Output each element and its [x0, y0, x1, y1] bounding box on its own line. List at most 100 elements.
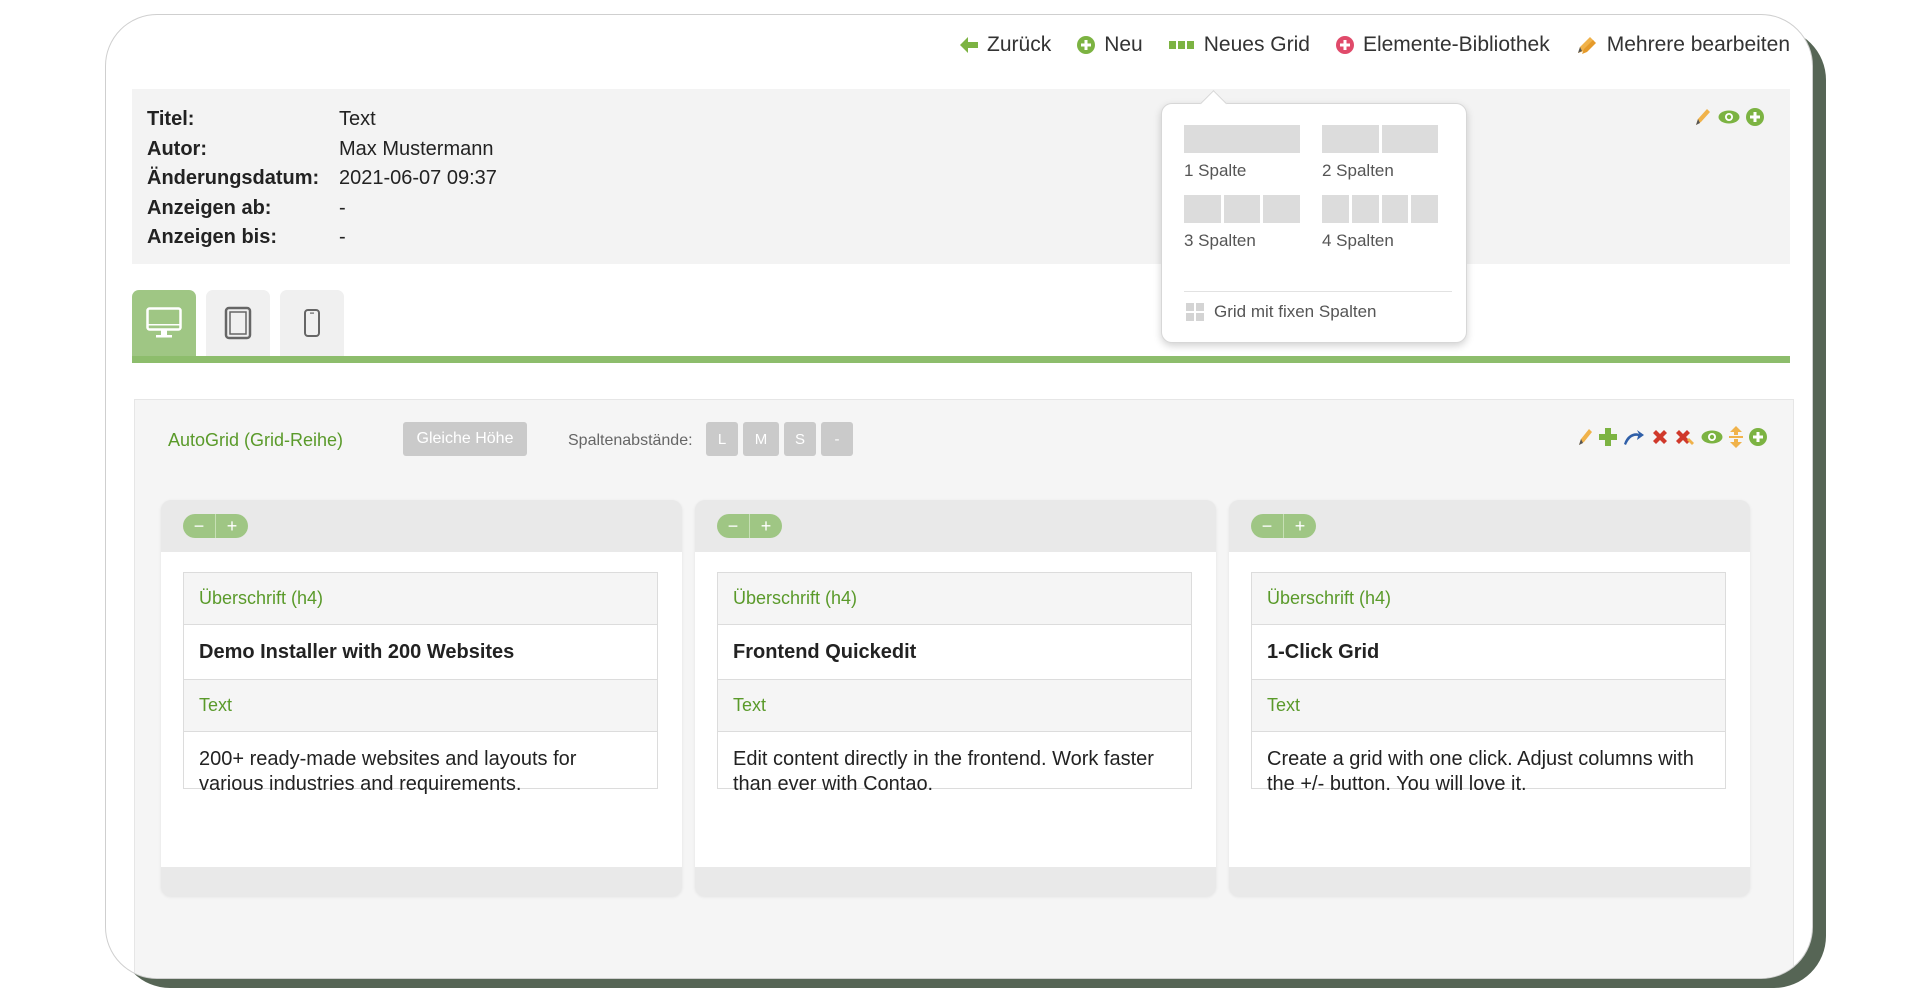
grid-row-header: AutoGrid (Grid-Reihe) Gleiche Höhe Spalt…: [168, 422, 1767, 458]
info-value: -: [339, 226, 346, 249]
add-circle-icon[interactable]: [1749, 428, 1767, 446]
tab-mobile[interactable]: [280, 290, 344, 356]
text-content: 200+ ready-made websites and layouts for…: [199, 748, 577, 795]
phone-icon: [303, 308, 321, 338]
column-body: Überschrift (h4) Frontend Quickedit Text…: [695, 552, 1216, 867]
spacing-none-button[interactable]: -: [821, 422, 853, 456]
spacing-label: Spaltenabstände:: [568, 432, 693, 449]
info-key: Anzeigen bis:: [147, 226, 278, 249]
eye-icon[interactable]: [1701, 430, 1723, 444]
edit-pencil-icon[interactable]: [1577, 427, 1593, 447]
info-key: Titel:: [147, 108, 195, 131]
column-size-controls: − +: [183, 514, 248, 538]
move-icon[interactable]: [1623, 428, 1645, 446]
grid-option-2-columns[interactable]: 2 Spalten: [1322, 125, 1438, 181]
text-element[interactable]: Text Create a grid with one click. Adjus…: [1251, 679, 1726, 795]
text-content: Create a grid with one click. Adjust col…: [1267, 748, 1694, 795]
top-toolbar: Zurück Neu Neues Grid Elemente-Bibliothe…: [960, 33, 1790, 57]
tab-desktop[interactable]: [132, 290, 196, 356]
grid-option-3-columns[interactable]: 3 Spalten: [1184, 195, 1301, 251]
info-row-show-until: Anzeigen bis: -: [147, 223, 497, 253]
edit-pencil-icon[interactable]: [1694, 107, 1712, 127]
column-shrink-button[interactable]: −: [717, 514, 749, 538]
new-grid-button[interactable]: Neues Grid: [1168, 33, 1310, 57]
text-element[interactable]: Text Edit content directly in the fronte…: [717, 679, 1192, 795]
grid-fixed-columns-option[interactable]: Grid mit fixen Spalten: [1186, 302, 1377, 322]
new-button[interactable]: Neu: [1077, 33, 1143, 57]
info-row-author: Autor: Max Mustermann: [147, 135, 497, 165]
grid-preview-2: [1322, 125, 1438, 153]
grid-option-label: 3 Spalten: [1184, 231, 1256, 250]
spacing-m-button[interactable]: M: [743, 422, 779, 456]
column-grow-button[interactable]: +: [1283, 514, 1316, 538]
column-size-controls: − +: [717, 514, 782, 538]
spacing-l-button[interactable]: L: [706, 422, 738, 456]
info-table: Titel: Text Autor: Max Mustermann Änderu…: [147, 105, 497, 253]
library-label: Elemente-Bibliothek: [1362, 33, 1550, 56]
spacing-buttons: L M S -: [706, 422, 853, 456]
back-label: Zurück: [987, 33, 1052, 56]
equal-height-button[interactable]: Gleiche Höhe: [403, 422, 527, 456]
grid-preview-4: [1322, 195, 1438, 223]
grid-row-actions: [1577, 426, 1767, 448]
column-body: Überschrift (h4) Demo Installer with 200…: [161, 552, 682, 867]
column-size-controls: − +: [1251, 514, 1316, 538]
article-info-panel: Titel: Text Autor: Max Mustermann Änderu…: [132, 89, 1790, 264]
resize-vertical-icon[interactable]: [1729, 426, 1743, 448]
grid-option-label: 4 Spalten: [1322, 231, 1394, 250]
info-key: Änderungsdatum:: [147, 167, 320, 190]
heading-element[interactable]: Überschrift (h4) Frontend Quickedit: [717, 572, 1192, 681]
arrow-left-icon: [960, 37, 979, 53]
grid-option-label: 1 Spalte: [1184, 161, 1247, 180]
grid-fixed-label: Grid mit fixen Spalten: [1214, 302, 1377, 321]
info-row-show-from: Anzeigen ab: -: [147, 194, 497, 224]
info-value: -: [339, 196, 346, 219]
add-plus-icon[interactable]: [1599, 428, 1617, 446]
delete-icon[interactable]: [1651, 428, 1669, 446]
pencils-icon: [1576, 35, 1598, 55]
text-element[interactable]: Text 200+ ready-made websites and layout…: [183, 679, 658, 795]
grid-fixed-icon: [1186, 303, 1204, 321]
new-grid-dropdown: 1 Spalte 2 Spalten 3 Spalten 4 Spalten G…: [1161, 90, 1467, 343]
delete-multiple-icon[interactable]: [1675, 428, 1695, 446]
grid-row: AutoGrid (Grid-Reihe) Gleiche Höhe Spalt…: [134, 399, 1794, 978]
grid-column: − + Überschrift (h4) Demo Installer with…: [161, 500, 682, 896]
column-shrink-button[interactable]: −: [1251, 514, 1283, 538]
heading-element[interactable]: Überschrift (h4) Demo Installer with 200…: [183, 572, 658, 681]
heading-element[interactable]: Überschrift (h4) 1-Click Grid: [1251, 572, 1726, 681]
eye-icon[interactable]: [1718, 110, 1740, 124]
grid-column: − + Überschrift (h4) Frontend Quickedit …: [695, 500, 1216, 896]
grid-option-1-column[interactable]: 1 Spalte: [1184, 125, 1300, 181]
library-button[interactable]: Elemente-Bibliothek: [1335, 33, 1550, 57]
heading-content: Demo Installer with 200 Websites: [199, 641, 515, 663]
tablet-icon: [224, 306, 252, 340]
heading-content: Frontend Quickedit: [733, 641, 917, 663]
column-shrink-button[interactable]: −: [183, 514, 215, 538]
element-type-label: Überschrift (h4): [1252, 573, 1725, 625]
grid-row-title: AutoGrid (Grid-Reihe): [168, 430, 344, 450]
edit-multiple-label: Mehrere bearbeiten: [1606, 33, 1790, 56]
element-type-label: Überschrift (h4): [718, 573, 1191, 625]
grid-columns-icon: [1168, 40, 1195, 50]
grid-column: − + Überschrift (h4) 1-Click Grid Text C…: [1229, 500, 1750, 896]
edit-multiple-button[interactable]: Mehrere bearbeiten: [1576, 33, 1790, 57]
tab-underline: [132, 356, 1790, 363]
text-content: Edit content directly in the frontend. W…: [733, 748, 1154, 795]
column-body: Überschrift (h4) 1-Click Grid Text Creat…: [1229, 552, 1750, 867]
column-grow-button[interactable]: +: [749, 514, 782, 538]
grid-option-4-columns[interactable]: 4 Spalten: [1322, 195, 1438, 251]
plus-circle-icon: [1077, 36, 1096, 54]
element-type-label: Text: [1252, 680, 1725, 732]
tab-tablet[interactable]: [206, 290, 270, 356]
back-button[interactable]: Zurück: [960, 33, 1051, 57]
info-actions: [1694, 107, 1764, 127]
info-value: 2021-06-07 09:37: [339, 167, 497, 190]
column-grow-button[interactable]: +: [215, 514, 248, 538]
app-window: Zurück Neu Neues Grid Elemente-Bibliothe…: [105, 14, 1813, 979]
add-circle-icon[interactable]: [1746, 108, 1764, 126]
info-value: Max Mustermann: [339, 137, 494, 160]
element-type-label: Text: [184, 680, 657, 732]
spacing-s-button[interactable]: S: [784, 422, 816, 456]
info-row-title: Titel: Text: [147, 105, 497, 135]
new-grid-label: Neues Grid: [1203, 33, 1310, 56]
